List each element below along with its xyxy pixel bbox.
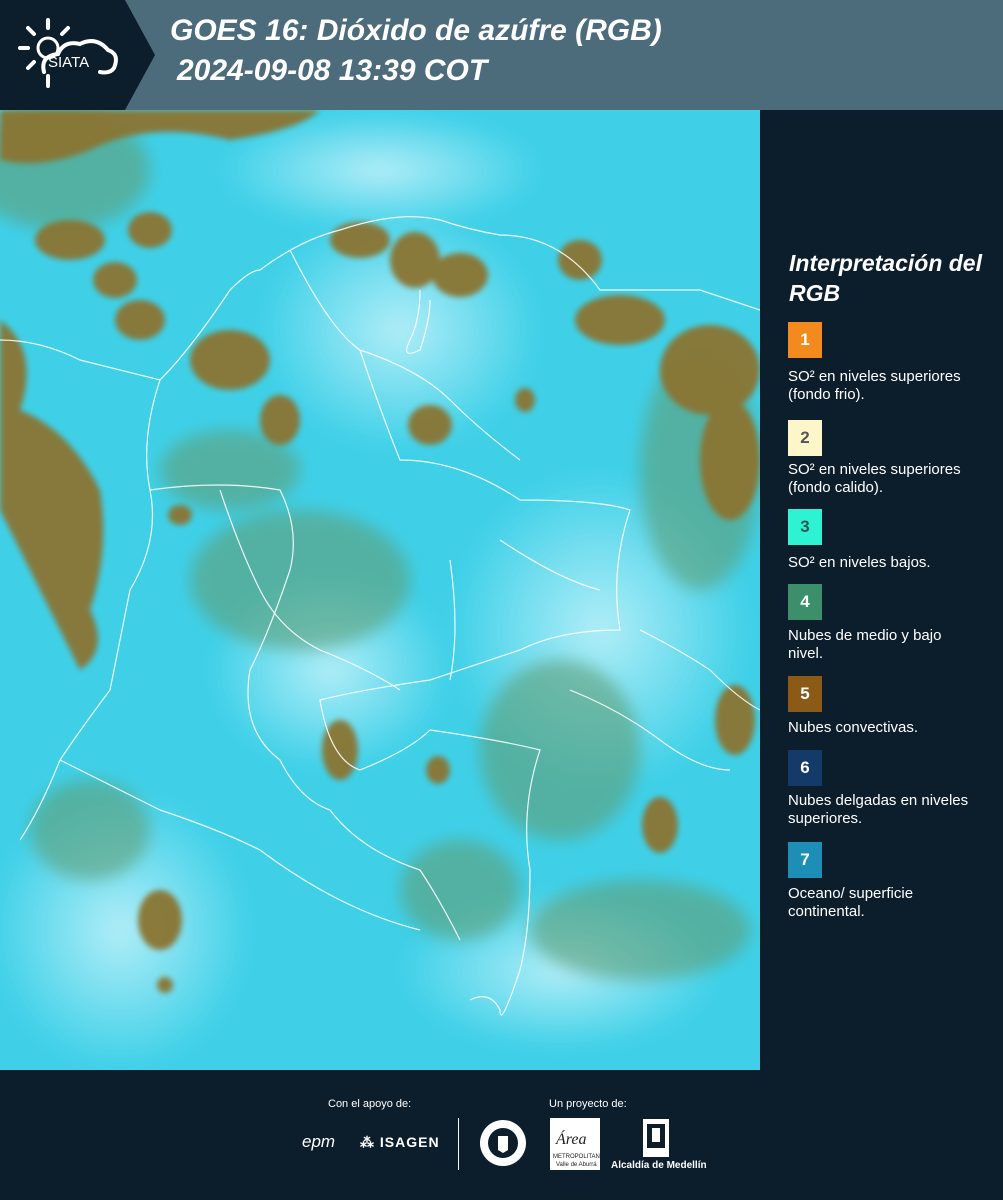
isagen-logo: ⁂ ISAGEN [360, 1134, 440, 1151]
header-bar: SIATA GOES 16: Dióxido de azúfre (RGB) 2… [0, 0, 1003, 110]
footer: Con el apoyo de: Un proyecto de: epm ⁂ I… [0, 1070, 1003, 1200]
alcaldia-shield-icon [643, 1119, 669, 1157]
siata-logo[interactable]: SIATA [0, 0, 155, 110]
legend-swatch-1: 1 [788, 322, 822, 358]
legend-panel: Interpretación del RGB 1 SO² en niveles … [760, 110, 1003, 1070]
isagen-logo-text: ISAGEN [379, 1134, 440, 1150]
svg-text:METROPOLITANA: METROPOLITANA [553, 1154, 600, 1160]
legend-item-6-text: Nubes delgadas en niveles superiores. [788, 792, 969, 827]
medellin-seal-icon [480, 1120, 526, 1166]
legend-swatch-2: 2 [788, 420, 822, 456]
legend-item-7-text: Oceano/ superficie continental. [788, 885, 914, 920]
page-title: GOES 16: Dióxido de azúfre (RGB) [170, 14, 662, 47]
logo-text: SIATA [48, 54, 89, 71]
epm-logo: epm [302, 1132, 336, 1151]
legend-title: Interpretación del RGB [789, 250, 982, 306]
satellite-map[interactable] [0, 110, 760, 1070]
legend-item-5-text: Nubes convectivas. [788, 719, 919, 736]
page-timestamp: 2024-09-08 13:39 COT [177, 54, 488, 87]
legend-swatch-3: 3 [788, 509, 822, 545]
rgb-satellite-image [0, 110, 760, 1070]
legend-swatch-4: 4 [788, 584, 822, 620]
legend-swatch-7: 7 [788, 842, 822, 878]
legend-item-3-text: SO² en niveles bajos. [788, 554, 931, 571]
legend-item-1-text: SO² en niveles superiores (fondo frio). [788, 368, 961, 403]
project-label: Un proyecto de: [549, 1098, 627, 1110]
legend-item-2-text: SO² en niveles superiores (fondo calido)… [788, 461, 961, 496]
svg-text:Valle de Aburrá: Valle de Aburrá [556, 1162, 597, 1168]
svg-text:Área: Área [555, 1129, 587, 1148]
support-label: Con el apoyo de: [328, 1098, 412, 1110]
legend-item-4-text: Nubes de medio y bajo nivel. [788, 627, 942, 662]
legend-swatch-5: 5 [788, 676, 822, 712]
alcaldia-label: Alcaldía de Medellín [611, 1160, 707, 1171]
isagen-icon: ⁂ [360, 1134, 375, 1150]
legend-swatch-6: 6 [788, 750, 822, 786]
sun-cloud-icon: SIATA [18, 18, 118, 88]
area-metropolitana-logo: Área METROPOLITANA Valle de Aburrá [550, 1118, 600, 1170]
footer-divider [458, 1118, 459, 1170]
